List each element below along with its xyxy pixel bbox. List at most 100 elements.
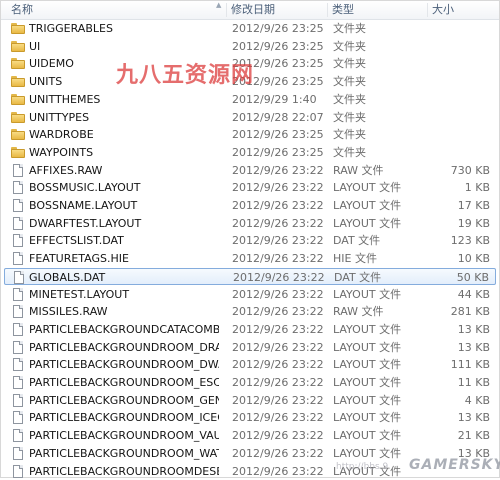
file-name: TRIGGERABLES xyxy=(29,22,113,35)
file-type: 文件夹 xyxy=(333,39,366,53)
file-size: 11 KB xyxy=(457,376,490,389)
file-row[interactable]: PARTICLEBACKGROUNDROOM_VAU... 2012/9/26 2… xyxy=(4,427,496,444)
file-row[interactable]: PARTICLEBACKGROUNDCATACOMB... 2012/9/26 2… xyxy=(4,321,496,338)
file-type: LAYOUT 文件 xyxy=(333,376,402,389)
file-modified-date: 2012/9/26 23:22 xyxy=(232,376,324,389)
file-modified-date: 2012/9/26 23:22 xyxy=(232,199,324,212)
file-type: 文件夹 xyxy=(333,75,366,89)
file-size: 17 KB xyxy=(457,199,490,212)
file-modified-date: 2012/9/26 23:22 xyxy=(232,322,324,336)
file-size: 19 KB xyxy=(457,216,490,230)
file-type: 文件夹 xyxy=(333,145,366,159)
file-size: 4 KB xyxy=(464,393,490,407)
file-type: LAYOUT 文件 xyxy=(333,340,402,354)
file-name: UNITTHEMES xyxy=(29,92,101,106)
file-row[interactable]: GLOBALS.DAT 2012/9/26 23:22 DAT 文件 50 KB xyxy=(4,267,496,285)
file-type: LAYOUT 文件 xyxy=(333,216,402,230)
file-icon xyxy=(11,216,25,230)
file-row[interactable]: BOSSMUSIC.LAYOUT 2012/9/26 23:22 LAYOUT 文件… xyxy=(4,179,496,196)
file-icon xyxy=(12,270,26,284)
watermark-overlay-top: 九八五资源网 xyxy=(116,63,255,88)
file-row[interactable]: EFFECTSLIST.DAT 2012/9/26 23:22 DAT 文件 123 … xyxy=(4,232,496,249)
file-size: 730 KB xyxy=(450,163,490,177)
file-name: MINETEST.LAYOUT xyxy=(29,287,130,301)
file-icon xyxy=(11,411,25,425)
folder-row[interactable]: UI 2012/9/26 23:25 文件夹 xyxy=(4,38,496,55)
folder-icon xyxy=(11,22,25,35)
file-row[interactable]: AFFIXES.RAW 2012/9/26 23:22 RAW 文件 730 KB xyxy=(4,162,496,179)
file-modified-date: 2012/9/26 23:22 xyxy=(232,446,324,460)
file-row[interactable]: BOSSNAME.LAYOUT 2012/9/26 23:22 LAYOUT 文件 1… xyxy=(4,197,496,214)
file-modified-date: 2012/9/26 23:25 xyxy=(232,128,324,142)
file-name: BOSSMUSIC.LAYOUT xyxy=(29,181,141,195)
file-row[interactable]: PARTICLEBACKGROUNDROOM_ESCA... 2012/9/26 … xyxy=(4,374,496,391)
file-modified-date: 2012/9/26 23:25 xyxy=(232,39,324,53)
file-row[interactable]: MISSILES.RAW 2012/9/26 23:22 RAW 文件 281 KB xyxy=(4,303,496,320)
file-type: LAYOUT 文件 xyxy=(333,287,402,301)
file-name: DWARFTEST.LAYOUT xyxy=(29,216,142,230)
file-size: 13 KB xyxy=(457,411,490,425)
file-name: BOSSNAME.LAYOUT xyxy=(29,199,138,212)
file-type: 文件夹 xyxy=(333,110,366,124)
file-name: PARTICLEBACKGROUNDROOM_VAU... xyxy=(29,429,219,443)
file-modified-date: 2012/9/26 23:22 xyxy=(232,252,324,266)
file-icon xyxy=(11,429,25,443)
file-row[interactable]: PARTICLEBACKGROUNDROOM_GEN... 2012/9/26 2… xyxy=(4,392,496,409)
name-column-header[interactable]: 名称 xyxy=(7,1,227,19)
file-modified-date: 2012/9/28 22:07 xyxy=(232,110,324,124)
file-type: HIE 文件 xyxy=(333,252,377,266)
file-type: LAYOUT 文件 xyxy=(333,411,402,425)
file-size: 13 KB xyxy=(457,322,490,336)
file-type: LAYOUT 文件 xyxy=(333,393,402,407)
file-icon xyxy=(11,287,25,301)
file-name: WAYPOINTS xyxy=(29,145,94,159)
folder-row[interactable]: TRIGGERABLES 2012/9/26 23:25 文件夹 xyxy=(4,20,496,37)
file-name: EFFECTSLIST.DAT xyxy=(29,234,124,248)
file-name: MISSILES.RAW xyxy=(29,305,108,319)
type-column-header[interactable]: 类型 xyxy=(328,1,428,19)
file-name: WARDROBE xyxy=(29,128,94,142)
file-type: RAW 文件 xyxy=(333,163,384,177)
sort-arrow-icon: ▲ xyxy=(216,1,222,9)
file-icon xyxy=(11,464,25,478)
folder-row[interactable]: WAYPOINTS 2012/9/26 23:25 文件夹 xyxy=(4,144,496,161)
file-size: 21 KB xyxy=(457,429,490,443)
file-icon xyxy=(11,199,25,212)
file-row[interactable]: DWARFTEST.LAYOUT 2012/9/26 23:22 LAYOUT 文件… xyxy=(4,215,496,232)
file-row[interactable]: PARTICLEBACKGROUNDROOM_DRA... 2012/9/26 2… xyxy=(4,339,496,356)
column-header-bar: 名称 ▲ 修改日期 类型 大小 xyxy=(1,1,499,20)
file-size: 281 KB xyxy=(450,305,490,319)
file-modified-date: 2012/9/29 1:40 xyxy=(232,92,317,106)
file-name: PARTICLEBACKGROUNDROOM_ESCA... xyxy=(29,376,219,389)
file-name: UNITTYPES xyxy=(29,110,90,124)
file-modified-date: 2012/9/26 23:22 xyxy=(232,305,324,319)
file-size: 1 KB xyxy=(464,181,490,195)
file-row[interactable]: PARTICLEBACKGROUNDROOM_ICEC... 2012/9/26 … xyxy=(4,409,496,426)
file-icon xyxy=(11,234,25,248)
folder-row[interactable]: WARDROBE 2012/9/26 23:25 文件夹 xyxy=(4,126,496,143)
file-modified-date: 2012/9/26 23:22 xyxy=(232,464,324,478)
folder-icon xyxy=(11,93,25,106)
file-modified-date: 2012/9/26 23:22 xyxy=(232,163,324,177)
date-column-header[interactable]: 修改日期 xyxy=(227,1,327,19)
folder-row[interactable]: UNITTHEMES 2012/9/29 1:40 文件夹 xyxy=(4,91,496,108)
file-type: LAYOUT 文件 xyxy=(333,322,402,336)
file-type: 文件夹 xyxy=(333,57,366,71)
file-row[interactable]: MINETEST.LAYOUT 2012/9/26 23:22 LAYOUT 文件 4… xyxy=(4,286,496,303)
folder-icon xyxy=(11,146,25,159)
file-size: 13 KB xyxy=(457,340,490,354)
file-icon xyxy=(11,181,25,195)
folder-icon xyxy=(11,111,25,124)
file-modified-date: 2012/9/26 23:25 xyxy=(232,22,324,35)
size-column-header[interactable]: 大小 xyxy=(428,1,500,19)
file-size: 50 KB xyxy=(456,270,489,284)
file-row[interactable]: PARTICLEBACKGROUNDROOM_DWA... 2012/9/26 2… xyxy=(4,356,496,373)
file-modified-date: 2012/9/26 23:22 xyxy=(232,393,324,407)
folder-row[interactable]: UNITTYPES 2012/9/28 22:07 文件夹 xyxy=(4,109,496,126)
file-type: LAYOUT 文件 xyxy=(333,199,402,212)
file-icon xyxy=(11,393,25,407)
file-type: LAYOUT 文件 xyxy=(333,429,402,443)
file-row[interactable]: FEATURETAGS.HIE 2012/9/26 23:22 HIE 文件 10 K… xyxy=(4,250,496,267)
folder-icon xyxy=(11,40,25,53)
watermark-url: http://bbs.9 xyxy=(336,462,389,472)
